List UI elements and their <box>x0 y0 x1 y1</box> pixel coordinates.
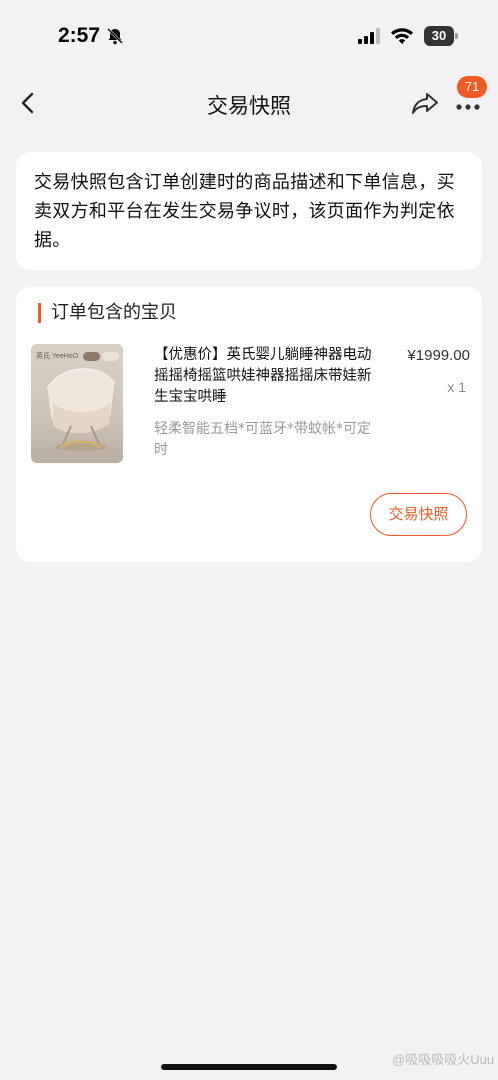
status-time: 2:57 <box>58 24 101 47</box>
info-text: 交易快照包含订单创建时的商品描述和下单信息，买卖双方和平台在发生交易争议时，该页… <box>34 172 455 251</box>
bassinet-illustration <box>46 368 116 451</box>
wifi-icon <box>391 28 413 44</box>
product-spec: 轻柔智能五档*可蓝牙*带蚊帐*可定时 <box>154 421 371 458</box>
signal-icon <box>358 28 380 44</box>
notification-badge: 71 <box>457 76 487 98</box>
product-name[interactable]: 【优惠价】英氏婴儿躺睡神器电动摇摇椅摇篮哄娃神器摇摇床带娃新生宝宝哄睡 <box>154 345 380 408</box>
battery-indicator: 30 <box>424 26 458 46</box>
product-image[interactable]: 英氏 YeeHoO <box>31 344 123 463</box>
watermark: @吸吸吸吸火Uuu <box>392 1052 495 1067</box>
battery-level: 30 <box>424 26 454 46</box>
product-price: ¥1999.00 <box>407 347 470 364</box>
bell-muted-icon <box>107 28 123 45</box>
battery-tip <box>455 33 458 39</box>
home-indicator[interactable] <box>161 1064 337 1070</box>
section-title: 订单包含的宝贝 <box>38 303 177 323</box>
order-card: 订单包含的宝贝 英氏 YeeHoO 【优惠价】英氏婴儿躺睡神器电动摇摇椅摇篮哄娃… <box>16 287 482 562</box>
share-icon[interactable] <box>409 88 441 118</box>
status-bar: 2:57 30 <box>0 0 498 72</box>
info-card: 交易快照包含订单创建时的商品描述和下单信息，买卖双方和平台在发生交易争议时，该页… <box>16 152 482 270</box>
snapshot-button[interactable]: 交易快照 <box>370 493 467 536</box>
navigation-bar: 交易快照 <box>0 72 498 136</box>
product-quantity: x 1 <box>447 379 466 395</box>
